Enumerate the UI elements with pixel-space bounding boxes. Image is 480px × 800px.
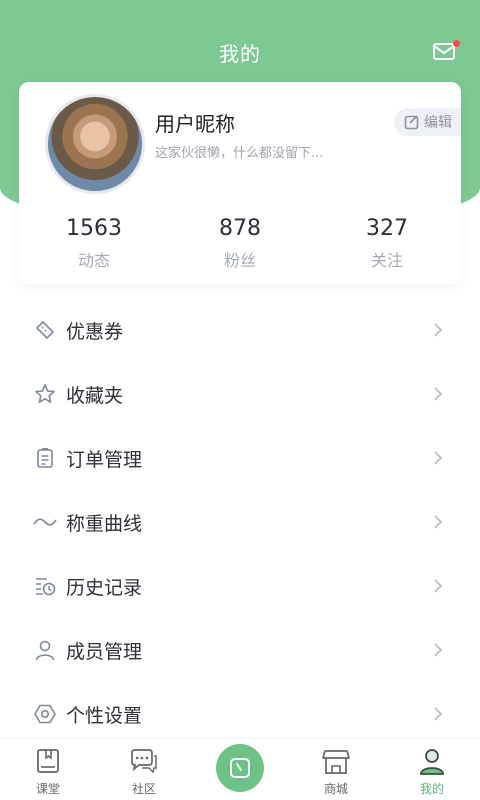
menu-list: 优惠券 收藏夹 订单管理 称重曲线 历史记录 成员管理 个性设置	[0, 298, 480, 746]
menu-item-favorites[interactable]: 收藏夹	[0, 362, 480, 426]
stat-label: 关注	[370, 251, 403, 270]
menu-item-weight-curve[interactable]: 称重曲线	[0, 490, 480, 554]
stat-posts[interactable]: 1563 动态	[19, 216, 169, 271]
stat-followers[interactable]: 878 粉丝	[165, 216, 315, 271]
book-icon	[37, 749, 59, 773]
mail-button[interactable]	[432, 40, 462, 66]
menu-item-preferences[interactable]: 个性设置	[0, 682, 480, 746]
tab-community[interactable]: 社区	[114, 747, 174, 797]
stat-following[interactable]: 327 关注	[312, 216, 462, 271]
tab-me[interactable]: 我的	[402, 747, 462, 797]
chevron-right-icon	[434, 451, 443, 465]
clipboard-icon	[37, 448, 53, 468]
menu-label: 成员管理	[66, 640, 143, 663]
stat-value: 878	[219, 216, 261, 241]
tab-classroom[interactable]: 课堂	[18, 747, 78, 797]
edit-label: 编辑	[424, 115, 452, 131]
history-icon	[36, 578, 56, 596]
chevron-right-icon	[434, 707, 443, 721]
person-icon	[35, 640, 55, 661]
menu-label: 历史记录	[66, 576, 143, 599]
chevron-right-icon	[434, 515, 443, 529]
chat-bubbles-icon	[131, 749, 157, 774]
menu-label: 个性设置	[66, 704, 143, 727]
chevron-right-icon	[434, 643, 443, 657]
menu-item-orders[interactable]: 订单管理	[0, 426, 480, 490]
stat-value: 327	[366, 216, 408, 241]
user-icon	[420, 749, 444, 775]
avatar[interactable]	[45, 94, 145, 194]
edit-profile-button[interactable]: 编辑	[394, 108, 461, 136]
menu-label: 订单管理	[66, 448, 143, 471]
chevron-right-icon	[434, 387, 443, 401]
chevron-right-icon	[434, 579, 443, 593]
coupon-icon	[35, 320, 55, 340]
store-icon	[322, 750, 350, 774]
menu-item-coupons[interactable]: 优惠券	[0, 298, 480, 362]
menu-item-history[interactable]: 历史记录	[0, 554, 480, 618]
tab-label: 社区	[131, 782, 156, 796]
tab-label: 商城	[323, 782, 348, 796]
menu-label: 收藏夹	[66, 384, 124, 407]
bio: 这家伙很懒，什么都没留下...	[155, 146, 324, 161]
nickname: 用户昵称	[155, 112, 235, 136]
page-title: 我的	[219, 42, 261, 66]
star-icon	[35, 384, 55, 403]
tab-label: 课堂	[35, 782, 60, 796]
stat-label: 粉丝	[223, 251, 256, 270]
stat-value: 1563	[66, 216, 122, 241]
menu-label: 优惠券	[66, 320, 124, 343]
stat-label: 动态	[77, 251, 110, 270]
menu-item-members[interactable]: 成员管理	[0, 618, 480, 682]
chevron-right-icon	[434, 323, 443, 337]
profile-card: 用户昵称 这家伙很懒，什么都没留下... 编辑 1563 动态 878 粉丝 3…	[19, 82, 461, 284]
notification-dot	[453, 40, 460, 47]
edit-icon	[404, 115, 419, 130]
wave-icon	[33, 518, 57, 526]
scale-button[interactable]	[216, 744, 264, 792]
scale-icon	[230, 758, 250, 778]
menu-label: 称重曲线	[66, 512, 143, 535]
hexagon-settings-icon	[34, 704, 56, 724]
tab-store[interactable]: 商城	[306, 747, 366, 797]
tab-label: 我的	[419, 782, 444, 796]
